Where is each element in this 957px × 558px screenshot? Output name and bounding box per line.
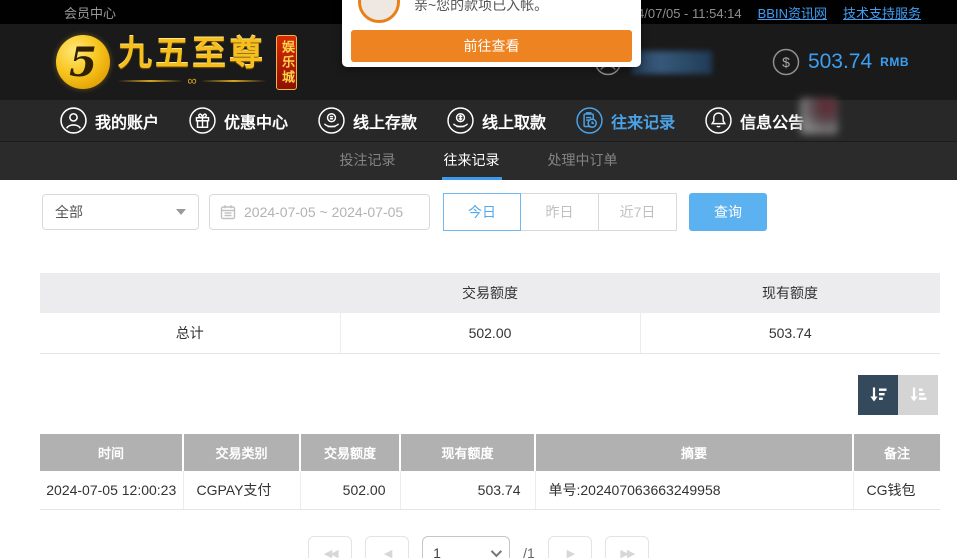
page-title: 会员中心 — [64, 3, 116, 22]
right-arrow-icon: ▶ — [567, 548, 573, 558]
nav-item-transaction-records[interactable]: 往来记录 — [576, 107, 675, 134]
pagination: ◀◀ ◀ 1 /1 ▶ ▶▶ — [0, 536, 957, 558]
header-account-area: $ 503.74 RMB — [594, 48, 909, 76]
table-row: 2024-07-05 12:00:23 CGPAY支付 502.00 503.7… — [40, 471, 940, 510]
sort-descending-button[interactable] — [858, 375, 898, 415]
user-icon — [60, 107, 87, 134]
next-page-button[interactable]: ▶ — [548, 536, 592, 558]
flourish-glyph: ∞ — [187, 74, 196, 87]
summary-header-balance: 现有额度 — [640, 273, 940, 313]
bell-icon — [705, 107, 732, 134]
svg-text:$: $ — [782, 54, 790, 70]
dollar-icon: $ — [772, 48, 800, 76]
record-time: 2024-07-05 12:00:23 — [40, 471, 183, 510]
first-page-button[interactable]: ◀◀ — [308, 536, 352, 558]
summary-total-label: 总计 — [40, 313, 340, 353]
balance-block[interactable]: $ 503.74 RMB — [772, 48, 909, 76]
record-type: CGPAY支付 — [183, 471, 300, 510]
records-header-summary: 摘要 — [535, 434, 853, 471]
tab-transaction-records[interactable]: 往来记录 — [442, 142, 502, 180]
sort-descending-icon — [867, 384, 889, 406]
logo-flourish: ∞ — [118, 74, 266, 87]
content-area: 全部 2024-07-05 ~ 2024-07-05 今日 昨日 近7日 查询 — [0, 180, 957, 558]
today-button[interactable]: 今日 — [443, 193, 521, 231]
summary-header-trade: 交易额度 — [340, 273, 640, 313]
nav-item-promotions[interactable]: 优惠中心 — [189, 107, 288, 134]
date-range-value: 2024-07-05 ~ 2024-07-05 — [244, 204, 403, 220]
balance-amount: 503.74 — [808, 50, 872, 74]
chevron-down-icon — [491, 546, 502, 557]
records-icon — [576, 107, 603, 134]
nav-item-my-account[interactable]: 我的账户 — [60, 107, 159, 134]
toast-view-button[interactable]: 前往查看 — [351, 30, 632, 62]
records-header-time: 时间 — [40, 434, 183, 471]
logo-text-block: 九五至尊 ∞ — [118, 37, 266, 88]
page-select[interactable]: 1 — [422, 536, 510, 558]
bbin-news-link[interactable]: BBIN资讯网 — [758, 3, 827, 22]
page-total: /1 — [523, 536, 535, 558]
search-button[interactable]: 查询 — [689, 193, 767, 231]
records-header-amount: 交易额度 — [300, 434, 400, 471]
record-summary: 单号:202407063663249958 — [535, 471, 853, 510]
logo-main-text: 九五至尊 — [118, 37, 266, 73]
record-amount: 502.00 — [300, 471, 400, 510]
nav-item-deposit[interactable]: 线上存款 — [318, 107, 417, 134]
username-blurred — [632, 51, 712, 74]
type-select-value: 全部 — [55, 202, 83, 222]
record-note: CG钱包 — [853, 471, 940, 510]
summary-balance-total: 503.74 — [640, 313, 940, 353]
quick-date-group: 今日 昨日 近7日 — [443, 193, 677, 231]
records-header-type: 交易类别 — [183, 434, 300, 471]
sort-controls — [0, 375, 938, 415]
sort-ascending-button[interactable] — [898, 375, 938, 415]
sort-ascending-icon — [907, 384, 929, 406]
records-header-row: 时间 交易类别 交易额度 现有额度 摘要 备注 — [40, 434, 940, 471]
summary-header-empty — [40, 273, 340, 313]
calendar-icon — [220, 204, 236, 220]
logo-sub-badge: 娱乐城 — [276, 35, 297, 90]
record-balance: 503.74 — [400, 471, 535, 510]
logo-95-emblem: 5 — [56, 35, 110, 89]
announcement-badge-blurred — [800, 98, 838, 134]
support-link[interactable]: 技术支持服务 — [843, 3, 921, 22]
site-logo[interactable]: 5 九五至尊 ∞ 娱乐城 — [56, 35, 297, 90]
balance-currency: RMB — [880, 55, 909, 69]
tab-betting-records[interactable]: 投注记录 — [338, 142, 398, 180]
subnav-tabs: 投注记录 往来记录 处理中订单 — [0, 141, 957, 180]
nav-item-announcements[interactable]: 信息公告 — [705, 107, 804, 134]
gift-icon — [189, 107, 216, 134]
left-arrow-icon: ◀ — [384, 548, 390, 558]
deposit-icon — [318, 107, 345, 134]
toast-message-row: 亲~您的款项已入帐。 — [342, 0, 641, 30]
prev-page-button[interactable]: ◀ — [365, 536, 409, 558]
toast-status-icon — [358, 0, 400, 23]
last7days-button[interactable]: 近7日 — [599, 193, 677, 231]
type-select[interactable]: 全部 — [42, 194, 199, 230]
records-header-balance: 现有额度 — [400, 434, 535, 471]
filter-row: 全部 2024-07-05 ~ 2024-07-05 今日 昨日 近7日 查询 — [42, 193, 940, 231]
date-range-input[interactable]: 2024-07-05 ~ 2024-07-05 — [209, 194, 430, 230]
tab-pending-orders[interactable]: 处理中订单 — [546, 142, 620, 180]
records-header-note: 备注 — [853, 434, 940, 471]
withdraw-icon — [447, 107, 474, 134]
records-table: 时间 交易类别 交易额度 现有额度 摘要 备注 2024-07-05 12:00… — [40, 434, 940, 511]
summary-trade-total: 502.00 — [340, 313, 640, 353]
nav-item-withdraw[interactable]: 线上取款 — [447, 107, 546, 134]
double-left-arrow-icon: ◀◀ — [324, 548, 337, 558]
last-page-button[interactable]: ▶▶ — [605, 536, 649, 558]
toast-message: 亲~您的款项已入帐。 — [414, 0, 548, 15]
page-select-value: 1 — [433, 545, 441, 558]
deposit-toast: 亲~您的款项已入帐。 前往查看 — [342, 0, 641, 67]
summary-total-row: 总计 502.00 503.74 — [40, 313, 940, 353]
member-center-page: 会员中心 美东时间：2024/07/05 - 11:54:14 BBIN资讯网 … — [0, 0, 957, 558]
double-right-arrow-icon: ▶▶ — [620, 548, 633, 558]
main-nav: 我的账户 优惠中心 线上存款 线上取款 — [0, 100, 957, 141]
yesterday-button[interactable]: 昨日 — [521, 193, 599, 231]
chevron-down-icon — [176, 209, 186, 215]
summary-table: 交易额度 现有额度 总计 502.00 503.74 — [40, 273, 940, 354]
